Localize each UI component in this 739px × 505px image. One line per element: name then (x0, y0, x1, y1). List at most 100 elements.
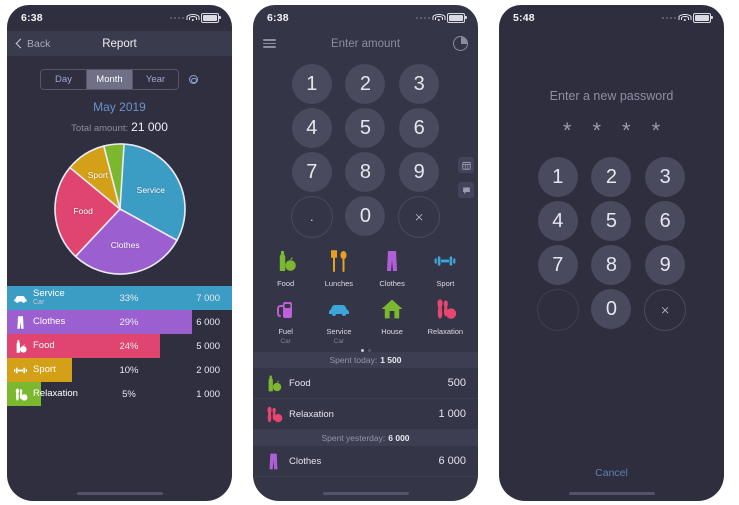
cancel-button[interactable]: Cancel (499, 467, 724, 479)
pie-label-service: Service (136, 185, 165, 196)
pie-chart-svg (53, 143, 186, 275)
list-icon[interactable] (263, 38, 276, 49)
calendar-icon[interactable] (458, 157, 474, 173)
legend-percent: 5% (122, 388, 136, 400)
category-clothes[interactable]: Clothes (366, 246, 419, 292)
key-9[interactable]: 9 (645, 245, 686, 285)
category-sub: Car (280, 338, 291, 346)
key-1[interactable]: 1 (537, 157, 578, 197)
amount-keypad[interactable]: 1 2 3 4 5 6 7 8 9. 0 ⨯ (285, 64, 446, 238)
wifi-icon (432, 13, 445, 23)
car-icon (327, 297, 351, 326)
key-decimal[interactable]: . (290, 196, 333, 238)
transaction-row[interactable]: Clothes 6 000 (253, 446, 478, 478)
category-label: Food (277, 279, 295, 288)
key-6[interactable]: 6 (399, 108, 440, 148)
pie-chart-icon[interactable] (453, 36, 468, 51)
key-7[interactable]: 7 (291, 152, 332, 192)
notch (568, 5, 655, 20)
report-period: May 2019 (93, 100, 146, 114)
transaction-value: 500 (447, 377, 466, 390)
category-food[interactable]: Food (259, 246, 312, 292)
legend-row[interactable]: Sport 10% 2 000 (7, 358, 232, 382)
key-7[interactable]: 7 (537, 245, 578, 285)
status-time: 6:38 (267, 12, 289, 24)
segment-day[interactable]: Day (41, 70, 87, 89)
spent-header: Spent yesterday: 6 000 (253, 430, 478, 447)
battery-icon (201, 13, 221, 23)
key-0[interactable]: 0 (591, 289, 632, 329)
key-6[interactable]: 6 (645, 201, 686, 241)
transaction-name: Food (289, 377, 311, 389)
key-9[interactable]: 9 (399, 152, 440, 192)
transaction-row[interactable]: Relaxation 1 000 (253, 399, 478, 431)
key-4[interactable]: 4 (537, 201, 578, 241)
category-fuel[interactable]: Fuel Car (259, 294, 312, 349)
key-backspace[interactable]: ⨯ (644, 289, 687, 331)
legend-row[interactable]: Service Car 33% 7 000 (7, 286, 232, 310)
category-service[interactable]: Service Car (312, 294, 365, 349)
category-grid: Food Lunches Clothes Sport Fuel Car Service Car… (253, 246, 478, 348)
phone1-screen: 6:38 Back Report Day Month Year May 2019… (7, 5, 232, 501)
home-indicator (322, 492, 409, 495)
key-3[interactable]: 3 (645, 157, 686, 197)
spent-header-label: Spent yesterday: (321, 433, 386, 444)
legend-name: Relaxation (33, 388, 78, 400)
transaction-name: Clothes (289, 455, 322, 467)
period-segmented-control[interactable]: Day Month Year (40, 69, 179, 90)
side-button-group (458, 157, 474, 198)
key-1[interactable]: 1 (291, 64, 332, 104)
key-8[interactable]: 8 (591, 245, 632, 285)
spent-header-value: 1 500 (380, 355, 402, 366)
transaction-row[interactable]: Food 500 (253, 368, 478, 400)
spent-header-value: 6 000 (388, 433, 410, 444)
legend-percent: 33% (119, 292, 139, 304)
phone2-nav-bar: Enter amount (253, 31, 478, 56)
key-blank (536, 289, 579, 331)
legend-name: Service Car (33, 289, 100, 307)
key-3[interactable]: 3 (399, 64, 440, 104)
legend-value: 1 000 (196, 388, 220, 400)
key-5[interactable]: 5 (591, 201, 632, 241)
key-2[interactable]: 2 (345, 64, 386, 104)
password-keypad[interactable]: 1 2 3 4 5 6 7 8 9 0 ⨯ (531, 157, 692, 331)
status-indicators (415, 13, 467, 23)
house-icon (380, 297, 404, 326)
category-lunches[interactable]: Lunches (312, 246, 365, 292)
segment-year[interactable]: Year (133, 70, 178, 89)
total-amount: Total amount: 21 000 (7, 120, 232, 134)
comment-icon[interactable] (458, 182, 474, 198)
total-amount-value: 21 000 (131, 120, 168, 134)
legend-row[interactable]: Relaxation 5% 1 000 (7, 382, 232, 406)
phone-enter-amount: 6:38 Enter amount 123 456 789. 0 ⨯ (246, 0, 485, 505)
legend-row[interactable]: Clothes 29% 6 000 (7, 310, 232, 334)
signal-icon (169, 16, 184, 20)
back-button[interactable]: Back (15, 37, 51, 50)
wifi-icon (186, 13, 199, 23)
bottle-apple-icon (261, 374, 285, 393)
segment-month[interactable]: Month (87, 70, 133, 89)
category-house[interactable]: House (366, 294, 419, 349)
spent-sections: Spent today: 1 500 Food 500 Relaxation 1 000 S… (253, 352, 478, 478)
legend-row[interactable]: Food 24% 5 000 (7, 334, 232, 358)
key-5[interactable]: 5 (345, 108, 386, 148)
password-dot: * (562, 118, 572, 143)
transaction-name: Relaxation (289, 408, 334, 420)
bottle-apple-icon (7, 339, 33, 354)
category-relaxation[interactable]: Relaxation (419, 294, 472, 349)
battery-icon (447, 13, 467, 23)
key-backspace[interactable]: ⨯ (398, 196, 441, 238)
key-0[interactable]: 0 (345, 196, 386, 236)
key-2[interactable]: 2 (591, 157, 632, 197)
key-8[interactable]: 8 (345, 152, 386, 192)
legend-percent: 29% (119, 316, 139, 328)
report-legend-table: Service Car 33% 7 000 Clothes 29% 6 000 Food 24%… (7, 286, 232, 406)
pie-chart[interactable]: Service Clothes Food Sport (52, 141, 188, 277)
key-4[interactable]: 4 (291, 108, 332, 148)
gear-icon[interactable] (187, 74, 199, 86)
back-label: Back (27, 37, 51, 50)
dumbbell-icon (433, 249, 457, 278)
category-sport[interactable]: Sport (419, 246, 472, 292)
password-dot: * (622, 118, 631, 143)
period-segmented-control-row: Day Month Year (7, 69, 232, 90)
